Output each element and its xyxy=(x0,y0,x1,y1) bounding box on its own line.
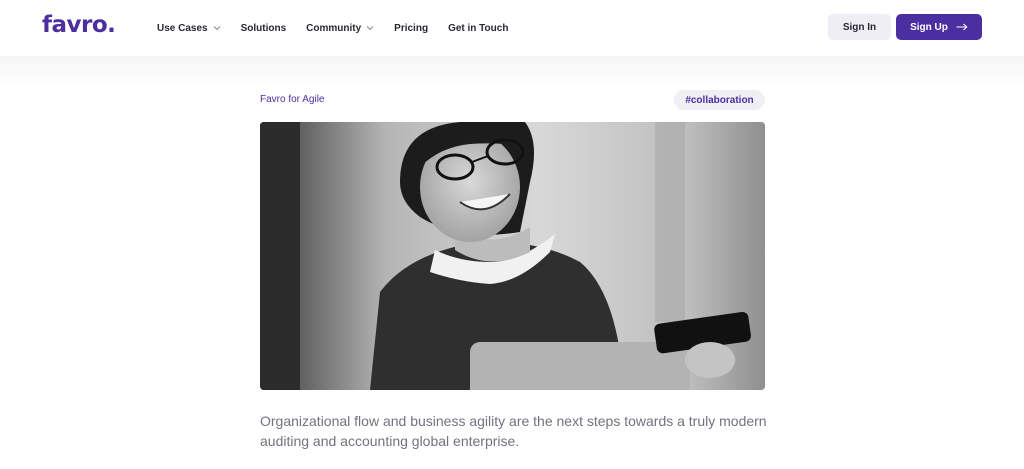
chevron-down-icon xyxy=(213,24,221,32)
site-header: favro. Use Cases Solutions Community Pri… xyxy=(0,0,1024,56)
category-link[interactable]: Favro for Agile xyxy=(260,94,324,105)
nav-label: Solutions xyxy=(240,22,287,34)
nav-pricing[interactable]: Pricing xyxy=(394,23,428,34)
sign-up-label: Sign Up xyxy=(910,21,948,33)
tag-badge[interactable]: #collaboration xyxy=(674,90,765,110)
nav-label: Community xyxy=(306,22,362,34)
nav-solutions[interactable]: Solutions xyxy=(241,23,287,34)
article-intro: Organizational flow and business agility… xyxy=(260,413,767,449)
chevron-down-icon xyxy=(366,24,374,32)
nav-use-cases[interactable]: Use Cases xyxy=(157,23,221,34)
nav-label: Pricing xyxy=(394,22,429,34)
sign-in-button[interactable]: Sign In xyxy=(828,14,891,40)
favro-logo[interactable]: favro. xyxy=(42,12,116,38)
nav-community[interactable]: Community xyxy=(306,23,374,34)
hero-image xyxy=(260,122,765,390)
nav-label: Get in Touch xyxy=(448,22,509,34)
main-nav: Use Cases Solutions Community Pricing Ge… xyxy=(157,0,528,56)
arrow-right-icon xyxy=(956,23,968,31)
nav-get-in-touch[interactable]: Get in Touch xyxy=(448,23,508,34)
nav-label: Use Cases xyxy=(157,22,208,34)
header-shadow-band xyxy=(0,56,1024,86)
sign-up-button[interactable]: Sign Up xyxy=(896,14,982,40)
